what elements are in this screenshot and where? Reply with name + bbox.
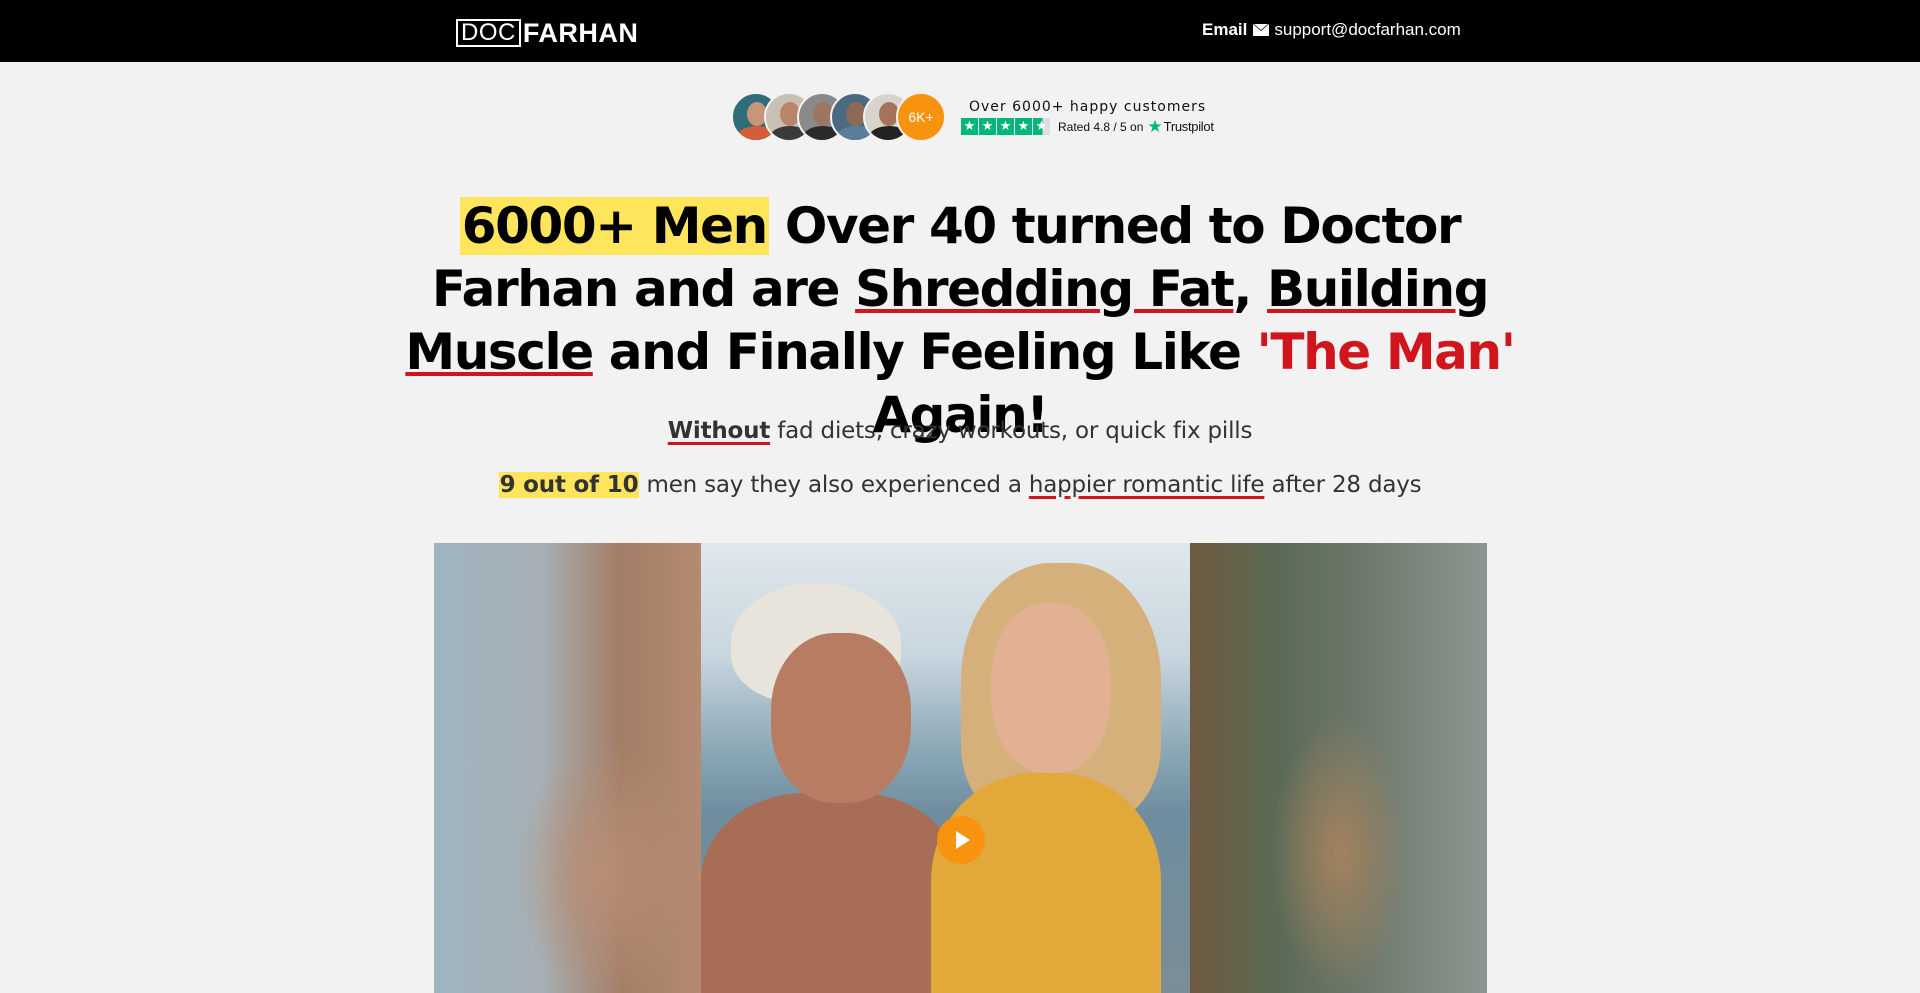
video-thumbnail — [701, 543, 1190, 993]
rated-text: Rated 4.8 / 5 on — [1058, 119, 1144, 134]
logo-farhan: FARHAN — [522, 17, 639, 48]
trustpilot-star-icon: ★ — [1147, 116, 1163, 137]
headline-underline-1: Shredding Fat — [855, 260, 1235, 318]
social-proof: 6K+ Over 6000+ happy customers ★ ★ ★ ★ ★… — [731, 91, 1214, 143]
stat-line: 9 out of 10 men say they also experience… — [360, 472, 1560, 498]
rating-block: Over 6000+ happy customers ★ ★ ★ ★ ★ Rat… — [961, 99, 1214, 135]
headline-red-text: 'The Man' — [1256, 323, 1516, 381]
customer-avatars: 6K+ — [731, 92, 946, 142]
headline-comma: , — [1233, 260, 1268, 318]
star-icon: ★ — [997, 118, 1014, 135]
headline-text-2: and Finally Feeling Like — [592, 323, 1257, 381]
video-blur-right — [1190, 543, 1487, 993]
half-star-icon: ★ — [1033, 118, 1050, 135]
email-label: Email — [1202, 20, 1248, 39]
subheadline-rest: fad diets, crazy workouts, or quick fix … — [770, 418, 1253, 444]
video-blur-left — [434, 543, 701, 993]
stat-end: after 28 days — [1264, 472, 1422, 498]
logo[interactable]: DOC FARHAN — [456, 17, 639, 48]
stat-underlined: happier romantic life — [1028, 472, 1265, 498]
trustpilot-stars: ★ ★ ★ ★ ★ — [961, 118, 1051, 135]
customers-text: Over 6000+ happy customers — [969, 99, 1207, 115]
customer-count-badge: 6K+ — [896, 92, 946, 142]
headline-highlight: 6000+ Men — [459, 197, 769, 255]
page-headline: 6000+ Men Over 40 turned to Doctor Farha… — [380, 195, 1540, 447]
stat-highlight: 9 out of 10 — [498, 472, 640, 498]
star-icon: ★ — [979, 118, 996, 135]
stat-middle: men say they also experienced a — [639, 472, 1029, 498]
trustpilot-label[interactable]: Trustpilot — [1164, 119, 1214, 134]
logo-doc: DOC — [456, 19, 521, 47]
subheadline: Without fad diets, crazy workouts, or qu… — [360, 418, 1560, 444]
email-address[interactable]: support@docfarhan.com — [1274, 20, 1460, 40]
star-icon: ★ — [961, 118, 978, 135]
video-player[interactable] — [434, 543, 1487, 993]
subheadline-bold: Without — [667, 418, 771, 444]
play-icon[interactable] — [937, 816, 985, 864]
star-icon: ★ — [1015, 118, 1032, 135]
top-bar: DOC FARHAN Email support@docfarhan.com — [0, 0, 1920, 62]
envelope-icon — [1253, 24, 1270, 36]
contact-email[interactable]: Email support@docfarhan.com — [1202, 20, 1461, 40]
